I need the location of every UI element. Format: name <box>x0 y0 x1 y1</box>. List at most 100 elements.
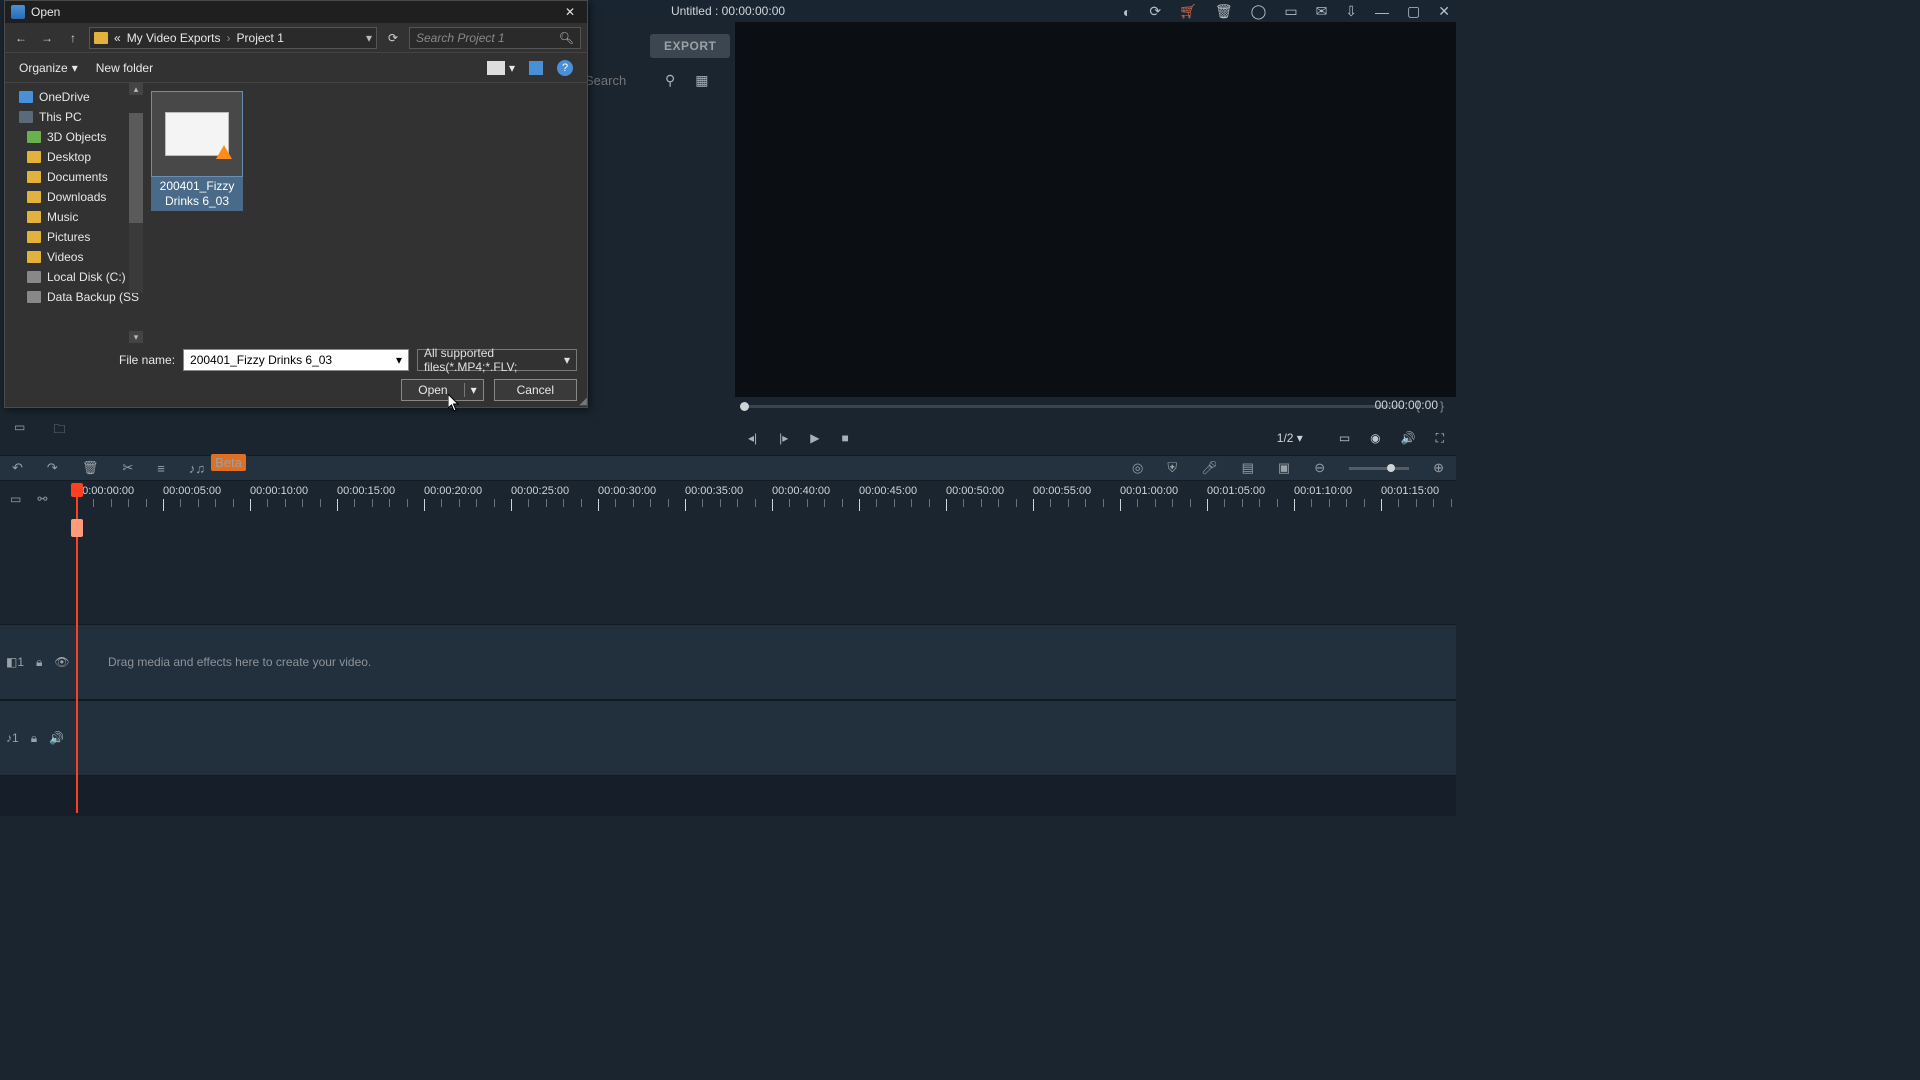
tree-scroll-up-icon[interactable]: ▴ <box>129 83 143 95</box>
mic-icon[interactable]: 🎤︎ <box>1201 460 1218 476</box>
tree-item[interactable]: OneDrive <box>5 87 143 107</box>
notes-icon[interactable]: ▤ <box>1242 460 1254 476</box>
dialog-titlebar[interactable]: Open ✕ <box>5 1 587 23</box>
file-thumbnail[interactable] <box>151 91 243 177</box>
breadcrumb-item[interactable]: My Video Exports <box>127 31 221 45</box>
open-split-dropdown-icon[interactable]: ▾ <box>465 383 483 397</box>
track-eye-icon[interactable]: 👁 <box>54 655 69 669</box>
tree-item[interactable]: Desktop <box>5 147 143 167</box>
track-speaker-icon[interactable]: 🔊 <box>49 731 64 745</box>
view-mode-button[interactable]: ▾ <box>487 61 515 75</box>
pip-icon[interactable]: ▣ <box>1278 460 1290 476</box>
snapshot-icon[interactable]: ◉ <box>1370 431 1380 445</box>
scrubber-handle[interactable] <box>740 402 749 411</box>
preview-ratio-select[interactable]: 1/2 ▾ <box>1277 431 1319 445</box>
stop-icon[interactable]: ■ <box>842 431 849 445</box>
user-icon[interactable]: ◯ <box>1251 3 1267 20</box>
organize-menu[interactable]: Organize ▾ <box>19 61 78 75</box>
tree-item[interactable]: Local Disk (C:) <box>5 267 143 287</box>
tree-scrollbar-thumb[interactable] <box>129 113 143 223</box>
file-type-filter[interactable]: All supported files(*.MP4;*.FLV;▾ <box>417 349 577 371</box>
maximize-icon[interactable]: ▢ <box>1407 3 1420 20</box>
preview-scrubber[interactable]: { } <box>740 402 1444 410</box>
prev-frame-icon[interactable]: ◂| <box>748 431 757 445</box>
mark-out-icon[interactable]: } <box>1440 399 1444 413</box>
nav-forward-icon[interactable]: → <box>37 28 57 48</box>
audio-tool-icon[interactable]: ♪♫ <box>189 461 205 476</box>
media-card-icon[interactable]: ▭ <box>14 420 25 441</box>
display-icon[interactable]: ▭ <box>1339 431 1350 445</box>
next-frame-icon[interactable]: |▸ <box>779 431 788 445</box>
zoom-in-icon[interactable]: ⊕ <box>1433 460 1444 476</box>
time-ruler[interactable]: 00:00:00:0000:00:05:0000:00:10:0000:00:1… <box>72 483 1456 515</box>
search-icon[interactable]: 🔍︎ <box>559 31 574 45</box>
play-icon[interactable]: ▶ <box>810 431 819 445</box>
nav-back-icon[interactable]: ← <box>11 28 31 48</box>
nav-up-icon[interactable]: ↑ <box>63 28 83 48</box>
breadcrumb-item[interactable]: Project 1 <box>237 31 284 45</box>
trash-icon[interactable]: 🗑 <box>1215 3 1233 20</box>
filter-icon[interactable]: ⚲ <box>665 72 675 89</box>
dialog-search-input[interactable]: Search Project 1 🔍︎ <box>409 27 581 49</box>
audio-track-1[interactable]: ♪1 🔒︎ 🔊 <box>0 700 1456 776</box>
track-lock-icon[interactable]: 🔒︎ <box>36 655 42 670</box>
video-track-1[interactable]: ◧1 🔒︎ 👁 Drag media and effects here to c… <box>0 624 1456 700</box>
close-app-icon[interactable]: ✕ <box>1438 3 1450 20</box>
mail-icon[interactable]: ✉ <box>1316 3 1328 20</box>
resize-grip-icon[interactable]: ◢ <box>579 396 585 407</box>
volume-icon[interactable]: 🔊 <box>1401 431 1416 445</box>
download-icon[interactable]: ⇩ <box>1345 3 1357 20</box>
tree-item[interactable]: Downloads <box>5 187 143 207</box>
list-icon[interactable]: ≡ <box>157 461 165 476</box>
timeline-mode-a-icon[interactable]: ▭ <box>10 492 21 506</box>
tree-scroll-down-icon[interactable]: ▾ <box>129 331 143 343</box>
tree-item[interactable]: Data Backup (SS <box>5 287 143 307</box>
playhead-marker[interactable] <box>71 483 83 497</box>
address-bar[interactable]: « My Video Exports › Project 1 ▾ <box>89 27 377 49</box>
file-list[interactable]: 200401_FizzyDrinks 6_03 <box>143 83 587 343</box>
tree-item[interactable]: This PC <box>5 107 143 127</box>
tree-item[interactable]: Pictures <box>5 227 143 247</box>
fullscreen-icon[interactable]: ⛶ <box>1436 431 1444 446</box>
filename-input[interactable]: 200401_Fizzy Drinks 6_03▾ <box>183 349 409 371</box>
open-button[interactable]: Open ▾ <box>401 379 483 401</box>
chevron-down-icon[interactable]: ▾ <box>564 353 570 367</box>
playhead[interactable] <box>76 483 78 813</box>
bulb-icon[interactable]: ◐ <box>1123 4 1131 20</box>
chevron-down-icon[interactable]: ▾ <box>396 353 402 367</box>
target-icon[interactable]: ◎ <box>1132 460 1143 476</box>
refresh-icon[interactable]: ⟳ <box>383 28 403 48</box>
file-item[interactable]: 200401_FizzyDrinks 6_03 <box>151 91 243 211</box>
zoom-out-icon[interactable]: ⊖ <box>1314 460 1325 476</box>
cut-icon[interactable]: ✂ <box>122 460 133 476</box>
grid-view-icon[interactable]: ▦ <box>695 72 708 89</box>
tree-item[interactable]: 3D Objects <box>5 127 143 147</box>
track-audio-icon[interactable]: ♪1 <box>6 731 19 745</box>
shield-icon[interactable]: ⛨ <box>1167 460 1177 476</box>
tree-item[interactable]: Videos <box>5 247 143 267</box>
track-video-icon[interactable]: ◧1 <box>6 655 24 669</box>
playhead-grip[interactable] <box>71 519 83 537</box>
breadcrumb-overflow[interactable]: « <box>114 31 121 45</box>
note-icon[interactable]: ▭ <box>1284 3 1297 20</box>
timeline-link-icon[interactable]: ⚯ <box>37 492 47 506</box>
help-icon[interactable]: ? <box>557 60 573 76</box>
address-dropdown-icon[interactable]: ▾ <box>366 31 372 45</box>
media-folder-icon[interactable]: 🗀 <box>53 420 65 441</box>
sync-icon[interactable]: ⟳ <box>1149 3 1161 20</box>
media-search-input[interactable] <box>585 73 645 88</box>
tree-item[interactable]: Documents <box>5 167 143 187</box>
cancel-button[interactable]: Cancel <box>494 379 577 401</box>
track-lock-icon[interactable]: 🔒︎ <box>31 731 37 746</box>
zoom-slider[interactable] <box>1349 467 1409 470</box>
tree-scrollbar[interactable] <box>129 113 143 293</box>
redo-icon[interactable]: ↷ <box>47 460 58 476</box>
cart-icon[interactable]: 🛒︎ <box>1179 3 1197 20</box>
minimize-icon[interactable]: — <box>1375 4 1389 20</box>
dialog-close-icon[interactable]: ✕ <box>559 5 581 19</box>
export-button[interactable]: EXPORT <box>650 34 730 58</box>
undo-icon[interactable]: ↶ <box>12 460 23 476</box>
new-folder-button[interactable]: New folder <box>96 61 153 75</box>
preview-pane-icon[interactable] <box>529 61 543 75</box>
delete-icon[interactable]: 🗑 <box>82 460 99 476</box>
